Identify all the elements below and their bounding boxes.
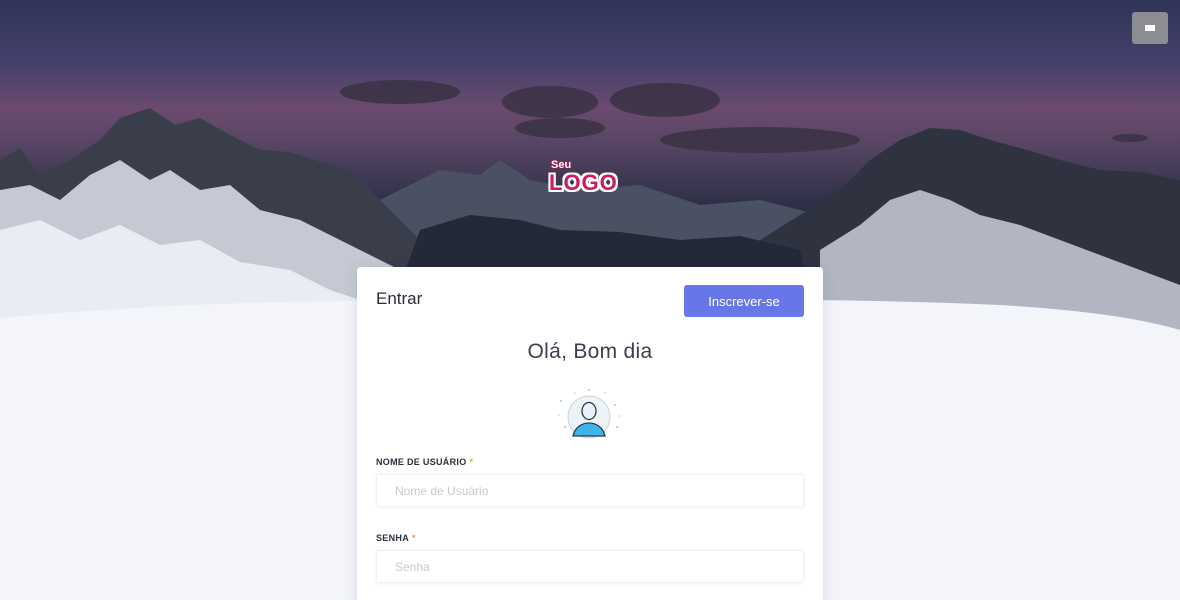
hamburger-menu-button[interactable] bbox=[1132, 12, 1168, 44]
user-avatar-icon bbox=[558, 389, 620, 439]
username-input[interactable] bbox=[376, 474, 804, 507]
greeting-text: Olá, Bom dia bbox=[527, 340, 653, 363]
hamburger-icon bbox=[1145, 25, 1155, 31]
password-input[interactable] bbox=[376, 550, 804, 583]
username-label: NOME DE USUÁRIO * bbox=[376, 457, 474, 467]
signup-button[interactable]: Inscrever-se bbox=[684, 285, 804, 317]
logo-big-text: LOGO bbox=[549, 170, 618, 195]
login-card-title: Entrar bbox=[376, 289, 423, 308]
password-label: SENHA * bbox=[376, 533, 416, 543]
login-page: Seu LOGO Entrar Inscrever-se Olá, Bom di… bbox=[0, 0, 1180, 600]
required-asterisk: * bbox=[412, 533, 416, 543]
site-logo[interactable]: Seu LOGO bbox=[549, 160, 631, 200]
required-asterisk: * bbox=[469, 457, 474, 467]
login-card: Entrar Inscrever-se Olá, Bom dia NOME DE… bbox=[357, 267, 823, 600]
